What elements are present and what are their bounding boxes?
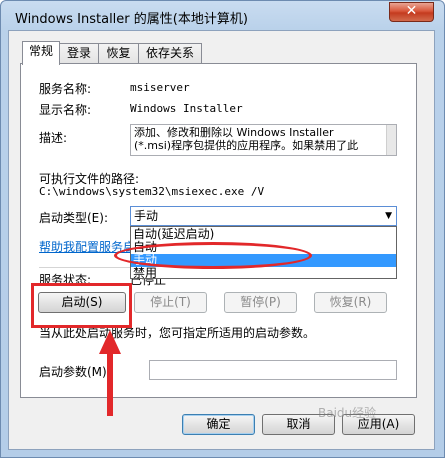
tab-logon-label: 登录 (66, 46, 91, 60)
description-label: 描述: (39, 131, 68, 145)
annotation-highlight-box (31, 283, 132, 328)
annotation-highlight-ellipse (114, 242, 312, 269)
description-box[interactable]: 添加、修改和删除以 Windows Installer (*.msi)程序包提供… (130, 124, 397, 156)
tab-dependencies[interactable]: 依存关系 (138, 43, 202, 64)
startup-option-disabled[interactable]: 禁用 (131, 267, 396, 280)
resume-button[interactable]: 恢复(R) (314, 292, 387, 313)
startup-type-value: 手动 (134, 209, 159, 223)
tab-general-label: 常规 (28, 44, 53, 58)
startup-option-auto-delayed[interactable]: 自动(延迟启动) (131, 228, 396, 241)
exe-path-value: C:\windows\system32\msiexec.exe /V (39, 185, 265, 198)
chevron-down-icon[interactable]: ▼ (385, 207, 392, 225)
window-title: Windows Installer 的属性(本地计算机) (15, 12, 248, 27)
startup-type-select[interactable]: 手动 ▼ (130, 206, 397, 226)
tab-recovery[interactable]: 恢复 (98, 43, 139, 64)
close-icon: ✕ (405, 3, 418, 19)
startup-type-label: 启动类型(E): (39, 211, 108, 225)
description-line: (*.msi)程序包提供的应用程序。如果禁用了此 (134, 139, 359, 152)
watermark-text: Baidu经验 (318, 406, 377, 420)
stop-button[interactable]: 停止(T) (134, 292, 207, 313)
tab-logon[interactable]: 登录 (59, 43, 99, 64)
tab-recovery-label: 恢复 (106, 46, 131, 60)
service-name-label: 服务名称: (39, 82, 92, 96)
description-scrollbar[interactable] (386, 125, 396, 155)
tab-dependencies-label: 依存关系 (145, 46, 194, 60)
display-name-label: 显示名称: (39, 103, 92, 117)
pause-button[interactable]: 暂停(P) (224, 292, 297, 313)
ok-button[interactable]: 确定 (182, 414, 255, 435)
tab-general[interactable]: 常规 (22, 41, 60, 65)
close-button[interactable]: ✕ (389, 2, 434, 22)
service-name-value: msiserver (130, 81, 190, 94)
display-name-value: Windows Installer (130, 102, 243, 115)
title-bar[interactable]: Windows Installer 的属性(本地计算机) ✕ (1, 1, 444, 31)
annotation-arrow-icon (99, 330, 121, 416)
start-params-input[interactable] (149, 360, 397, 380)
description-line: 添加、修改和删除以 Windows Installer (134, 126, 334, 139)
